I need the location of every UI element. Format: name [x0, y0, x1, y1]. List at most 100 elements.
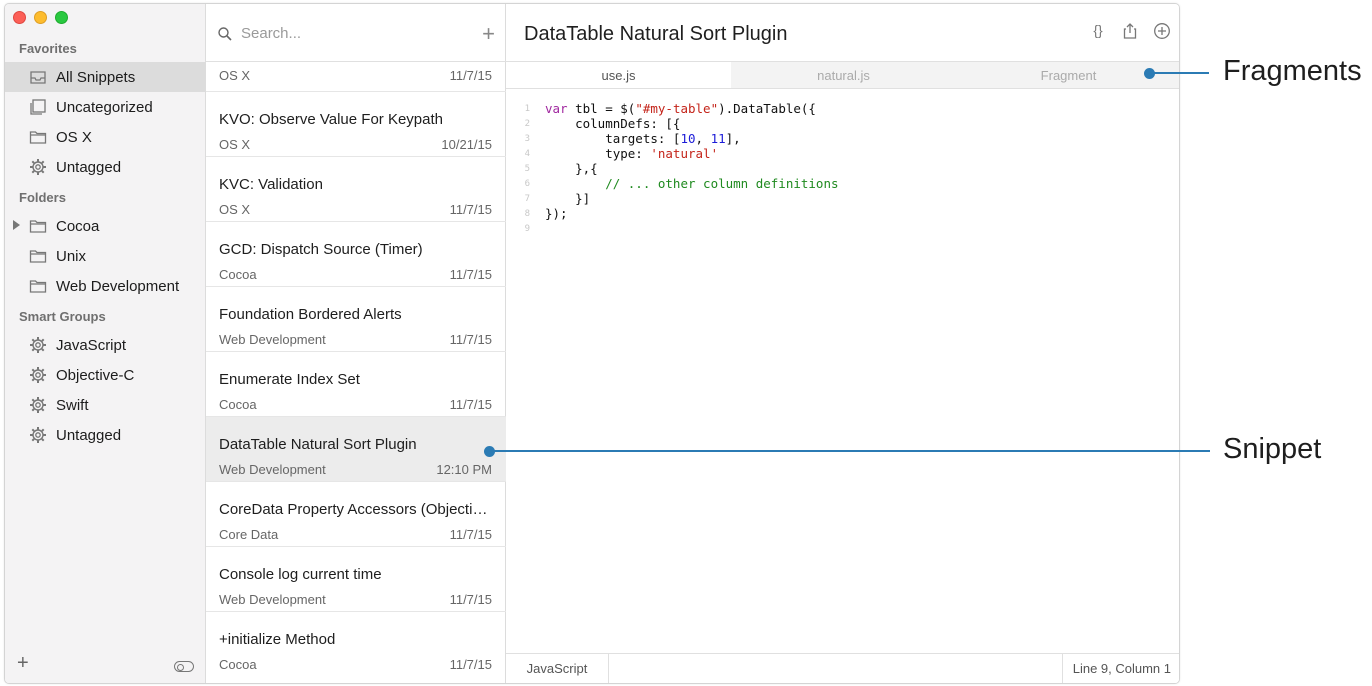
fragment-tabs: use.js natural.js Fragment: [506, 61, 1179, 89]
editor-toolbar: {}: [1089, 22, 1171, 40]
snippet-title: Enumerate Index Set: [219, 371, 360, 388]
add-snippet-button[interactable]: +: [482, 21, 495, 47]
sidebar-item-unix[interactable]: Unix: [5, 241, 205, 271]
sidebar: Favorites All Snippets Uncategorized OS …: [5, 4, 206, 683]
share-icon[interactable]: [1121, 22, 1139, 40]
minimize-button[interactable]: [34, 11, 47, 24]
code-line: 3 targets: [10, 11],: [506, 131, 1179, 146]
line-number: 5: [524, 164, 530, 174]
fragments-callout-line: [1150, 72, 1209, 74]
search-icon[interactable]: [217, 26, 233, 42]
line-number: 8: [524, 209, 530, 219]
list-item[interactable]: OS X 11/7/15: [206, 62, 506, 92]
code-number: 10: [680, 131, 696, 146]
sidebar-item-osx[interactable]: OS X: [5, 122, 205, 152]
fragments-callout-label: Fragments: [1223, 55, 1362, 87]
snippet-date: 11/7/15: [449, 267, 492, 282]
gear-icon: [30, 367, 46, 383]
section-folders: Folders: [19, 190, 66, 205]
snippet-date: 12:10 PM: [436, 462, 492, 477]
line-number: 2: [524, 119, 530, 129]
sidebar-item-label: Untagged: [56, 159, 122, 176]
gear-icon: [30, 427, 46, 443]
snippet-category: Web Development: [219, 332, 326, 347]
folder-icon: [29, 220, 47, 233]
snippet-date: 11/7/15: [449, 397, 492, 412]
sidebar-item-smart-untagged[interactable]: Untagged: [5, 420, 205, 450]
sidebar-item-web-development[interactable]: Web Development: [5, 271, 205, 301]
list-item[interactable]: Console log current time Web Development…: [206, 547, 506, 612]
snippet-category: Cocoa: [219, 397, 257, 412]
snippet-callout-label: Snippet: [1223, 433, 1322, 465]
snippet-title: DataTable Natural Sort Plugin: [219, 436, 417, 453]
add-circle-icon[interactable]: [1153, 22, 1171, 40]
code-line: 6 // ... other column definitions: [506, 176, 1179, 191]
add-group-button[interactable]: +: [17, 652, 29, 675]
gear-icon: [30, 397, 46, 413]
code-text: }]: [545, 191, 591, 206]
list-item[interactable]: CoreData Property Accessors (Objective-C…: [206, 482, 506, 547]
code-keyword: var: [545, 101, 568, 116]
code-text: targets: [: [545, 131, 681, 146]
snippet-callout-line: [490, 450, 1210, 452]
zoom-button[interactable]: [55, 11, 68, 24]
disclosure-triangle-icon[interactable]: [13, 220, 20, 230]
toggle-icon[interactable]: [174, 661, 194, 672]
sidebar-item-label: JavaScript: [56, 337, 127, 354]
snippet-title: +initialize Method: [219, 631, 336, 648]
search-input[interactable]: Search...: [241, 25, 301, 42]
code-number: 11: [710, 131, 726, 146]
tab-use-js[interactable]: use.js: [506, 62, 731, 88]
sidebar-item-label: OS X: [56, 129, 92, 146]
snippet-date: 11/7/15: [449, 527, 492, 542]
code-line: 2 columnDefs: [{: [506, 116, 1179, 131]
gear-icon: [30, 337, 46, 353]
sidebar-item-untagged[interactable]: Untagged: [5, 152, 205, 182]
tab-natural-js[interactable]: natural.js: [731, 62, 956, 88]
sidebar-item-label: Cocoa: [56, 218, 100, 235]
code-line: 8});: [506, 206, 1179, 221]
cursor-position: Line 9, Column 1: [1061, 654, 1179, 683]
app-window: Favorites All Snippets Uncategorized OS …: [4, 3, 1180, 684]
snippet-title-heading[interactable]: DataTable Natural Sort Plugin: [524, 23, 787, 46]
code-text: ,: [695, 131, 711, 146]
list-item[interactable]: Enumerate Index Set Cocoa 11/7/15: [206, 352, 506, 417]
sidebar-item-uncategorized[interactable]: Uncategorized: [5, 92, 205, 122]
code-text: },{: [545, 161, 598, 176]
list-item[interactable]: Foundation Bordered Alerts Web Developme…: [206, 287, 506, 352]
list-item[interactable]: +initialize Method Cocoa 11/7/15: [206, 612, 506, 677]
sidebar-item-swift[interactable]: Swift: [5, 390, 205, 420]
inbox-icon: [30, 71, 46, 84]
close-button[interactable]: [13, 11, 26, 24]
code-line: 7 }]: [506, 191, 1179, 206]
sidebar-item-cocoa[interactable]: Cocoa: [5, 211, 205, 241]
code-text: type:: [545, 146, 651, 161]
list-item[interactable]: KVO: Observe Value For Keypath OS X 10/2…: [206, 92, 506, 157]
code-editor[interactable]: 1 var tbl = $("#my-table").DataTable({ 2 …: [506, 101, 1179, 236]
code-text: ],: [725, 131, 741, 146]
snippet-title: KVC: Validation: [219, 176, 323, 193]
list-item-selected[interactable]: DataTable Natural Sort Plugin Web Develo…: [206, 417, 506, 482]
snippet-title: CoreData Property Accessors (Objective-C…: [219, 501, 491, 518]
snippet-date: 11/7/15: [449, 657, 492, 672]
line-number: 1: [524, 104, 530, 114]
code-string: "#my-table": [635, 101, 719, 116]
snippet-category: OS X: [219, 68, 251, 83]
snippet-date: 11/7/15: [449, 202, 492, 217]
snippet-category: Web Development: [219, 592, 326, 607]
language-selector[interactable]: JavaScript: [506, 654, 609, 683]
editor-pane: DataTable Natural Sort Plugin {} use.js …: [506, 4, 1179, 683]
sidebar-item-javascript[interactable]: JavaScript: [5, 330, 205, 360]
code-line: 1 var tbl = $("#my-table").DataTable({: [506, 101, 1179, 116]
section-smart-groups: Smart Groups: [19, 309, 106, 324]
window-controls: [13, 11, 68, 24]
braces-icon[interactable]: {}: [1089, 22, 1107, 40]
sidebar-item-all-snippets[interactable]: All Snippets: [5, 62, 205, 92]
snippet-date: 11/7/15: [449, 592, 492, 607]
list-item[interactable]: GCD: Dispatch Source (Timer) Cocoa 11/7/…: [206, 222, 506, 287]
code-text: ).DataTable({: [718, 101, 816, 116]
code-line: 9: [506, 221, 1179, 236]
sidebar-item-label: Objective-C: [56, 367, 135, 384]
sidebar-item-objective-c[interactable]: Objective-C: [5, 360, 205, 390]
list-item[interactable]: KVC: Validation OS X 11/7/15: [206, 157, 506, 222]
